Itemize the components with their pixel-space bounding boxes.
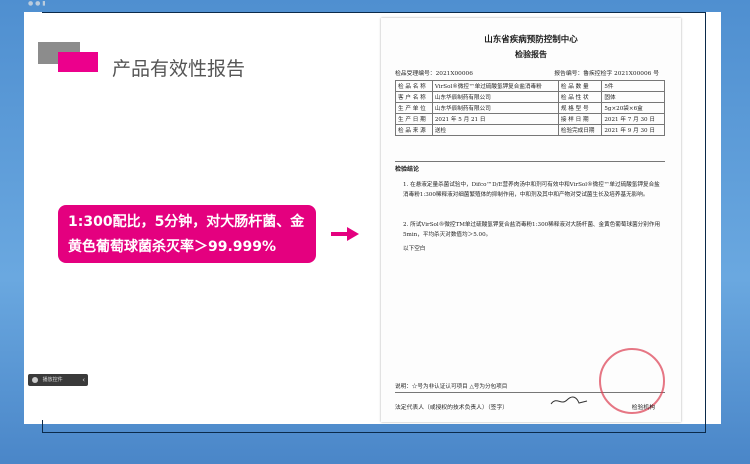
cell: 检 品 性 状 (557, 91, 603, 103)
slide-title: 产品有效性报告 (112, 58, 246, 80)
result-callout: 1:300配比，5分钟，对大肠杆菌、金 黄色葡萄球菌杀灭率＞99.999% (58, 205, 316, 263)
player-label: 播放控件 (42, 377, 63, 383)
cell: 5g×20袋×6盒 (601, 102, 665, 114)
cell: 5件 (601, 80, 665, 92)
cell: 接 样 日 期 (557, 113, 603, 125)
stamp-label: 检验机构 (631, 405, 655, 411)
table-row: 客 户 名 称 山东华辰制药有限公司 检 品 性 状 固体 (395, 91, 665, 103)
conclusion-label: 检验结论 (395, 166, 420, 173)
arrow-right-icon (331, 227, 359, 241)
report-number: 报告编号：鲁疾控检字 2021X00006 号 (554, 71, 659, 77)
callout-line-2: 黄色葡萄球菌杀灭率＞99.999% (68, 239, 277, 255)
cell: 2021 年 5 月 21 日 (431, 113, 559, 125)
callout-line-1: 1:300配比，5分钟，对大肠杆菌、金 (68, 214, 305, 230)
table-row: 生 产 日 期 2021 年 5 月 21 日 接 样 日 期 2021 年 7… (395, 113, 665, 125)
chevron-left-icon[interactable]: ‹ (82, 374, 85, 386)
receipt-number: 检品受理编号：2021X00006 (395, 71, 473, 77)
frame-bottom (42, 432, 706, 433)
cell: 客 户 名 称 (395, 91, 433, 103)
cell: 检 品 数 量 (557, 80, 603, 92)
cell: 规 格 型 号 (557, 102, 603, 114)
frame-top (42, 12, 706, 13)
cell: 2021 年 7 月 30 日 (601, 113, 665, 125)
cell: 送检 (431, 124, 559, 136)
cell: 生 产 单 位 (395, 102, 433, 114)
cell: 山东华辰制药有限公司 (431, 91, 559, 103)
decor-pink-block (58, 52, 98, 72)
frame-left (42, 420, 43, 433)
report-heading: 检验报告 (515, 49, 547, 59)
divider (395, 161, 665, 162)
report-org: 山东省疾病预防控制中心 (484, 35, 578, 45)
cell: 检 品 名 称 (395, 80, 433, 92)
report-note: 说明：☆号为非认证认可项目 △号为分包项目 (395, 384, 508, 390)
cell: 固体 (601, 91, 665, 103)
cell: VirSol®微控™单过硫酸氢钾复合盐消毒粉 (431, 80, 559, 92)
table-row: 检 品 来 源 送检 检验完成日期 2021 年 9 月 30 日 (395, 124, 665, 136)
signer-label: 法定代表人（或授权的技术负责人）（签字） (395, 405, 509, 411)
conclusion-item-2: 2. 所试VirSol®微控TM单过硫酸氢钾复合盐消毒粉1:300稀释液对大肠杆… (403, 222, 661, 238)
signature-icon (550, 396, 588, 405)
table-row: 检 品 名 称 VirSol®微控™单过硫酸氢钾复合盐消毒粉 检 品 数 量 5… (395, 80, 665, 92)
media-control-bar[interactable]: 播放控件 ‹ (28, 374, 88, 386)
cell: 检验完成日期 (557, 124, 603, 136)
cell: 山东华辰制药有限公司 (431, 102, 559, 114)
cell: 检 品 来 源 (395, 124, 433, 136)
table-row: 生 产 单 位 山东华辰制药有限公司 规 格 型 号 5g×20袋×6盒 (395, 102, 665, 114)
top-indicator: ● ● ▮ (28, 0, 46, 7)
frame-right (705, 12, 706, 432)
test-report-document: 山东省疾病预防控制中心 检验报告 检品受理编号：2021X00006 报告编号：… (381, 18, 681, 422)
play-icon[interactable] (32, 376, 38, 383)
cell: 2021 年 9 月 30 日 (601, 124, 665, 136)
conclusion-item-1: 1. 在悬液定量杀菌试验中，Difco™D/E营养肉汤中和剂可有效中和VirSo… (403, 182, 660, 198)
report-info-table: 检 品 名 称 VirSol®微控™单过硫酸氢钾复合盐消毒粉 检 品 数 量 5… (395, 80, 665, 136)
cell: 生 产 日 期 (395, 113, 433, 125)
conclusion-item-3: 以下空白 (403, 246, 426, 252)
